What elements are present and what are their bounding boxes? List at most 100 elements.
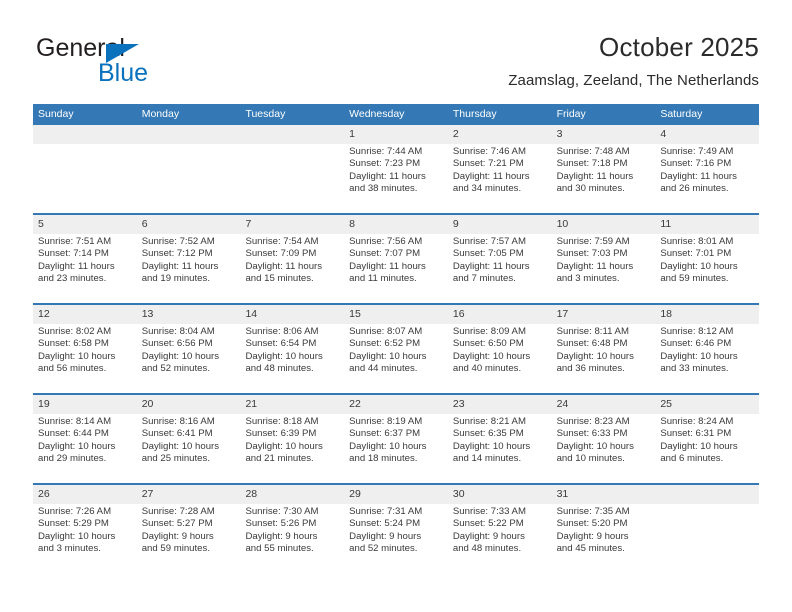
week-date-number-band: 26 27 28 29 30 31	[33, 485, 759, 504]
daylight-text-line1: Daylight: 11 hours	[349, 170, 426, 182]
day-cell[interactable]: Sunrise: 7:59 AM Sunset: 7:03 PM Daylight:…	[552, 234, 656, 303]
week-detail-band: Sunrise: 7:26 AM Sunset: 5:29 PM Daylight:…	[33, 504, 759, 573]
day-number[interactable]: 20	[137, 395, 241, 414]
day-cell[interactable]: Sunrise: 8:04 AM Sunset: 6:56 PM Daylight:…	[137, 324, 241, 393]
day-number[interactable]: 15	[344, 305, 448, 324]
sunset-text: Sunset: 7:05 PM	[452, 248, 524, 260]
day-cell[interactable]: Sunrise: 8:19 AM Sunset: 6:37 PM Daylight:…	[344, 414, 448, 483]
daylight-text-line2: and 18 minutes.	[349, 453, 418, 465]
day-number[interactable]: 3	[552, 125, 656, 144]
day-cell[interactable]: Sunrise: 8:14 AM Sunset: 6:44 PM Daylight:…	[33, 414, 137, 483]
day-cell[interactable]: Sunrise: 8:07 AM Sunset: 6:52 PM Daylight:…	[344, 324, 448, 393]
page-title: October 2025	[599, 32, 759, 62]
day-cell[interactable]: Sunrise: 7:30 AM Sunset: 5:26 PM Daylight:…	[240, 504, 344, 573]
day-cell[interactable]: Sunrise: 7:44 AM Sunset: 7:23 PM Daylight:…	[344, 144, 448, 213]
daylight-text-line1: Daylight: 10 hours	[245, 350, 323, 362]
day-number[interactable]: 14	[240, 305, 344, 324]
day-number[interactable]: 19	[33, 395, 137, 414]
day-number[interactable]: 23	[448, 395, 552, 414]
sunset-text: Sunset: 7:03 PM	[556, 248, 628, 260]
day-cell[interactable]: Sunrise: 8:01 AM Sunset: 7:01 PM Daylight:…	[655, 234, 759, 303]
day-cell[interactable]: Sunrise: 8:11 AM Sunset: 6:48 PM Daylight:…	[552, 324, 656, 393]
day-cell[interactable]: Sunrise: 8:24 AM Sunset: 6:31 PM Daylight:…	[655, 414, 759, 483]
day-cell[interactable]: Sunrise: 7:52 AM Sunset: 7:12 PM Daylight:…	[137, 234, 241, 303]
day-number[interactable]: 5	[33, 215, 137, 234]
day-cell[interactable]: Sunrise: 8:23 AM Sunset: 6:33 PM Daylight:…	[552, 414, 656, 483]
day-cell[interactable]: Sunrise: 8:02 AM Sunset: 6:58 PM Daylight:…	[33, 324, 137, 393]
day-cell[interactable]: Sunrise: 8:16 AM Sunset: 6:41 PM Daylight:…	[137, 414, 241, 483]
day-cell[interactable]: Sunrise: 7:49 AM Sunset: 7:16 PM Daylight:…	[655, 144, 759, 213]
daylight-text-line1: Daylight: 10 hours	[245, 440, 323, 452]
sunset-text: Sunset: 6:31 PM	[660, 428, 732, 440]
daylight-text-line1: Daylight: 10 hours	[660, 350, 738, 362]
sunset-text: Sunset: 6:54 PM	[245, 338, 317, 350]
day-cell[interactable]: Sunrise: 7:56 AM Sunset: 7:07 PM Daylight:…	[344, 234, 448, 303]
day-number[interactable]: 30	[448, 485, 552, 504]
day-number[interactable]: 6	[137, 215, 241, 234]
day-number[interactable]: 17	[552, 305, 656, 324]
day-cell[interactable]: Sunrise: 7:51 AM Sunset: 7:14 PM Daylight:…	[33, 234, 137, 303]
day-number[interactable]: 21	[240, 395, 344, 414]
sunrise-text: Sunrise: 8:11 AM	[556, 326, 629, 337]
day-cell[interactable]: Sunrise: 8:21 AM Sunset: 6:35 PM Daylight:…	[448, 414, 552, 483]
day-cell[interactable]: Sunrise: 7:33 AM Sunset: 5:22 PM Daylight:…	[448, 504, 552, 573]
day-number[interactable]: 7	[240, 215, 344, 234]
general-blue-logo[interactable]: General Blue	[36, 34, 236, 92]
sunset-text: Sunset: 6:50 PM	[452, 338, 524, 350]
day-number[interactable]: 25	[655, 395, 759, 414]
sunset-text: Sunset: 7:18 PM	[556, 158, 628, 170]
title-block: October 2025 Zaamslag, Zeeland, The Neth…	[259, 30, 759, 92]
day-number[interactable]: 22	[344, 395, 448, 414]
day-number[interactable]: 9	[448, 215, 552, 234]
sunset-text: Sunset: 6:52 PM	[349, 338, 421, 350]
day-cell[interactable]: Sunrise: 7:26 AM Sunset: 5:29 PM Daylight:…	[33, 504, 137, 573]
day-cell[interactable]: Sunrise: 8:18 AM Sunset: 6:39 PM Daylight:…	[240, 414, 344, 483]
daylight-text-line2: and 56 minutes.	[38, 363, 107, 375]
day-cell[interactable]: Sunrise: 7:28 AM Sunset: 5:27 PM Daylight:…	[137, 504, 241, 573]
day-number[interactable]: 1	[344, 125, 448, 144]
daylight-text-line2: and 10 minutes.	[556, 453, 625, 465]
day-number-empty	[33, 125, 137, 144]
page-subtitle: Zaamslag, Zeeland, The Netherlands	[508, 72, 759, 89]
daylight-text-line1: Daylight: 10 hours	[556, 440, 634, 452]
day-cell[interactable]: Sunrise: 7:31 AM Sunset: 5:24 PM Daylight:…	[344, 504, 448, 573]
day-cell[interactable]: Sunrise: 8:06 AM Sunset: 6:54 PM Daylight:…	[240, 324, 344, 393]
day-cell[interactable]: Sunrise: 8:12 AM Sunset: 6:46 PM Daylight:…	[655, 324, 759, 393]
day-number[interactable]: 11	[655, 215, 759, 234]
daylight-text-line1: Daylight: 10 hours	[38, 350, 116, 362]
calendar-week-row: 26 27 28 29 30 31 Sunrise: 7:26 AM Sunset: 5:29…	[33, 483, 759, 573]
day-number[interactable]: 8	[344, 215, 448, 234]
day-number[interactable]: 24	[552, 395, 656, 414]
day-number[interactable]: 4	[655, 125, 759, 144]
daylight-text-line2: and 21 minutes.	[245, 453, 314, 465]
day-number[interactable]: 29	[344, 485, 448, 504]
day-number[interactable]: 27	[137, 485, 241, 504]
sunset-text: Sunset: 5:29 PM	[38, 518, 109, 530]
day-cell[interactable]: Sunrise: 7:54 AM Sunset: 7:09 PM Daylight:…	[240, 234, 344, 303]
calendar-weeks: 1 2 3 4 Sunrise: 7:44 AM Sunset: 7:23 PM Dayli…	[33, 125, 759, 573]
day-number-empty	[240, 125, 344, 144]
day-cell[interactable]: Sunrise: 8:09 AM Sunset: 6:50 PM Daylight:…	[448, 324, 552, 393]
daylight-text-line1: Daylight: 10 hours	[349, 440, 427, 452]
daylight-text-line1: Daylight: 9 hours	[141, 530, 214, 542]
day-number[interactable]: 2	[448, 125, 552, 144]
day-number[interactable]: 16	[448, 305, 552, 324]
sunrise-text: Sunrise: 7:48 AM	[556, 146, 630, 157]
week-detail-band: Sunrise: 7:44 AM Sunset: 7:23 PM Daylight:…	[33, 144, 759, 213]
day-number[interactable]: 18	[655, 305, 759, 324]
sunrise-text: Sunrise: 8:19 AM	[349, 416, 423, 427]
day-number[interactable]: 12	[33, 305, 137, 324]
day-cell[interactable]: Sunrise: 7:46 AM Sunset: 7:21 PM Daylight:…	[448, 144, 552, 213]
day-number[interactable]: 31	[552, 485, 656, 504]
day-number[interactable]: 13	[137, 305, 241, 324]
day-number[interactable]: 10	[552, 215, 656, 234]
day-number[interactable]: 28	[240, 485, 344, 504]
daylight-text-line1: Daylight: 10 hours	[38, 530, 116, 542]
daylight-text-line1: Daylight: 9 hours	[556, 530, 629, 542]
day-cell[interactable]: Sunrise: 7:48 AM Sunset: 7:18 PM Daylight:…	[552, 144, 656, 213]
daylight-text-line2: and 11 minutes.	[349, 273, 417, 285]
day-cell[interactable]: Sunrise: 7:57 AM Sunset: 7:05 PM Daylight:…	[448, 234, 552, 303]
day-cell[interactable]: Sunrise: 7:35 AM Sunset: 5:20 PM Daylight:…	[552, 504, 656, 573]
sunset-text: Sunset: 6:58 PM	[38, 338, 109, 350]
day-number[interactable]: 26	[33, 485, 137, 504]
